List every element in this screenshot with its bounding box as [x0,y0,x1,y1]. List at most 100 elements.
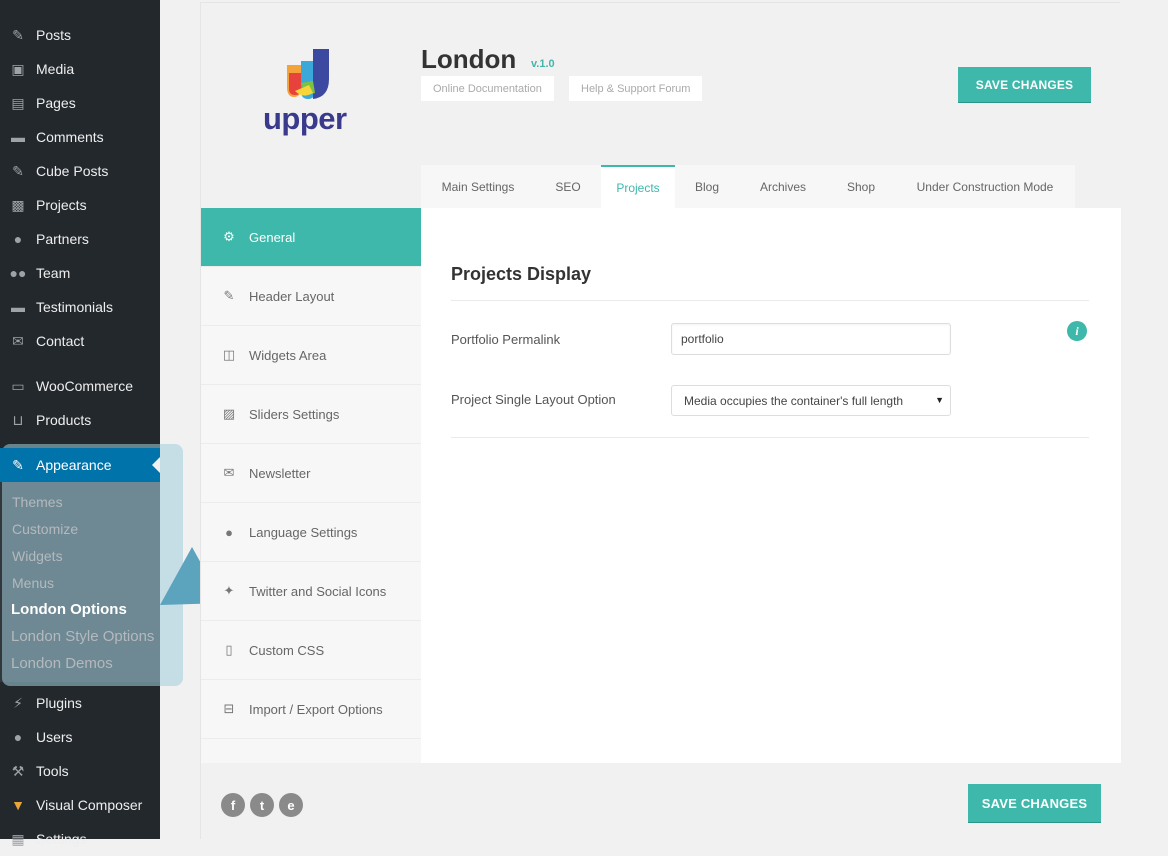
subnav-widgets-area[interactable]: ◫ Widgets Area [201,326,421,385]
tab-seo[interactable]: SEO [535,165,601,208]
menu-item-users[interactable]: ● Users [0,720,160,754]
twitter-icon[interactable]: t [250,793,274,817]
divider [451,437,1089,438]
subnav-label: Language Settings [249,524,358,540]
online-documentation-link[interactable]: Online Documentation [421,76,554,101]
facebook-icon[interactable]: f [221,793,245,817]
tab-under-construction[interactable]: Under Construction Mode [895,165,1075,208]
envelope-icon: ✉ [223,465,235,480]
group-icon: ●● [9,265,27,281]
menu-label: Pages [36,95,76,111]
image-icon: ▩ [11,196,25,213]
tabs-bar: Main Settings SEO Projects Blog Archives… [201,165,1121,208]
menu-item-appearance[interactable]: ✎ Appearance [0,448,160,482]
vc-icon: ▼ [11,797,25,813]
tab-archives[interactable]: Archives [739,165,827,208]
menu-label: Settings [36,831,87,847]
subnav-label: Widgets Area [249,347,327,363]
menu-item-partners[interactable]: ● Partners [0,222,160,256]
menu-label: Testimonials [36,299,114,315]
menu-label: Contact [36,333,85,349]
options-panel: upper London v.1.0 Online Documentation … [200,2,1121,840]
options-content: Projects Display Portfolio Permalink i P… [421,208,1121,763]
subnav-custom-css[interactable]: ▯ Custom CSS [201,621,421,680]
divider [451,300,1089,301]
tab-projects[interactable]: Projects [601,165,675,208]
theme-version: v.1.0 [531,58,555,70]
menu-item-media[interactable]: ▣ Media [0,52,160,86]
panel-header: upper London v.1.0 Online Documentation … [201,3,1121,165]
menu-label: Partners [36,231,89,247]
menu-item-products[interactable]: ⊔ Products [0,403,160,437]
subnav-label: Twitter and Social Icons [249,583,387,599]
mail-icon: ✉ [12,332,24,349]
menu-item-plugins[interactable]: ⚡ Plugins [0,686,160,720]
woo-icon: ▭ [11,377,25,394]
columns-icon: ◫ [222,347,236,362]
layout-option-select[interactable]: Media occupies the container's full leng… [671,385,951,416]
tab-blog[interactable]: Blog [675,165,739,208]
submenu-london-style-options[interactable]: London Style Options [11,628,154,645]
menu-item-testimonials[interactable]: ▬ Testimonials [0,290,160,324]
menu-item-woocommerce[interactable]: ▭ WooCommerce [0,369,160,403]
submenu-customize[interactable]: Customize [12,521,78,537]
support-forum-link[interactable]: Help & Support Forum [569,76,703,101]
comment-icon: ▬ [11,129,25,145]
submenu-widgets[interactable]: Widgets [12,548,63,564]
code-file-icon: ▯ [225,642,233,657]
cart-icon: ⊔ [12,411,24,428]
menu-label: Plugins [36,695,82,711]
section-title: Projects Display [451,264,592,284]
info-icon[interactable]: i [1067,321,1087,341]
menu-item-cube-posts[interactable]: ✎ Cube Posts [0,154,160,188]
menu-item-tools[interactable]: ⚒ Tools [0,754,160,788]
menu-item-team[interactable]: ●● Team [0,256,160,290]
subnav-sliders-settings[interactable]: ▨ Sliders Settings [201,385,421,444]
save-changes-button-bottom[interactable]: SAVE CHANGES [968,784,1101,822]
subnav-label: Newsletter [249,465,311,481]
menu-label: Users [36,729,73,745]
submenu-themes[interactable]: Themes [12,494,63,510]
subnav-header-layout[interactable]: ✎ Header Layout [201,267,421,326]
tab-main-settings[interactable]: Main Settings [421,165,535,208]
globe-icon: ● [225,524,233,540]
user-icon: ● [13,231,23,247]
menu-item-posts[interactable]: ✎ Posts [0,18,160,52]
subnav-label: Import / Export Options [249,701,383,717]
portfolio-permalink-input[interactable] [671,323,951,355]
subnav-label: Custom CSS [249,642,325,658]
submenu-london-demos[interactable]: London Demos [11,655,113,672]
plug-icon: ⚡ [13,694,23,711]
subnav-general[interactable]: ⚙ General [201,208,421,267]
subnav-import-export[interactable]: ⊟ Import / Export Options [201,680,421,739]
menu-label: Team [36,265,71,281]
brush-icon: ✎ [12,456,24,473]
tab-shop[interactable]: Shop [827,165,895,208]
menu-label: Appearance [36,457,112,473]
menu-label: Comments [36,129,104,145]
menu-item-visual-composer[interactable]: ▼ Visual Composer [0,788,160,822]
pin-icon: ✎ [12,162,24,179]
menu-item-contact[interactable]: ✉ Contact [0,324,160,358]
menu-item-settings[interactable]: ▦ Settings [0,822,160,856]
menu-item-comments[interactable]: ▬ Comments [0,120,160,154]
subnav-label: Sliders Settings [249,406,340,422]
submenu-menus[interactable]: Menus [12,575,54,591]
submenu-london-options[interactable]: London Options [11,601,127,618]
subnav-language-settings[interactable]: ● Language Settings [201,503,421,562]
user-icon: ● [13,729,23,745]
envato-icon[interactable]: e [279,793,303,817]
select-value: Media occupies the container's full leng… [684,393,904,408]
subnav-twitter-social[interactable]: ✦ Twitter and Social Icons [201,562,421,621]
twitter-icon: ✦ [223,583,235,598]
subnav-newsletter[interactable]: ✉ Newsletter [201,444,421,503]
permalink-label: Portfolio Permalink [451,332,561,347]
active-arrow [152,457,160,473]
menu-label: Products [36,412,92,428]
menu-item-pages[interactable]: ▤ Pages [0,86,160,120]
save-changes-button-top[interactable]: SAVE CHANGES [958,67,1091,102]
menu-label: Tools [36,763,69,779]
menu-item-projects[interactable]: ▩ Projects [0,188,160,222]
menu-label: Cube Posts [36,163,109,179]
logo-text: upper [263,101,347,136]
